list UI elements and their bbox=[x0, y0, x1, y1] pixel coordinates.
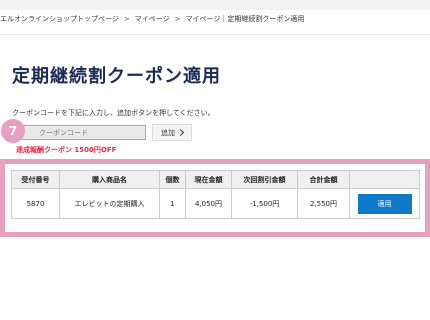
breadcrumb: エルオンラインショップトップページ > マイページ > マイページ｜定期継続割クーポン適… bbox=[0, 12, 430, 35]
instruction-text: クーポンコードを下記に入力し、追加ボタンを押してください。 bbox=[12, 109, 215, 117]
cell-product-name: エレビットの定期購入 bbox=[59, 188, 160, 219]
step-badge: 7 bbox=[1, 119, 25, 143]
cell-next-discount: -1,500円 bbox=[231, 188, 298, 219]
cell-order-number: 5870 bbox=[11, 188, 60, 219]
table-row: 5870 エレビットの定期購入 1 4,050円 -1,500円 2,550円 … bbox=[11, 188, 420, 219]
add-button-label: 追加 bbox=[161, 128, 175, 137]
header-action bbox=[349, 170, 420, 189]
header-product-name: 購入商品名 bbox=[59, 170, 160, 189]
add-coupon-button[interactable]: 追加 bbox=[152, 124, 192, 141]
header-current-amount: 現在金額 bbox=[185, 170, 232, 189]
table-header-row: 受付番号 購入商品名 個数 現在金額 次回割引金額 合計金額 bbox=[11, 170, 420, 189]
breadcrumb-separator: > bbox=[123, 15, 130, 23]
coupon-note: 達成報酬クーポン 1500円OFF bbox=[16, 146, 117, 154]
apply-coupon-button[interactable]: 適用 bbox=[357, 193, 412, 214]
breadcrumb-separator: > bbox=[174, 15, 181, 23]
cell-action: 適用 bbox=[349, 188, 420, 219]
header-next-discount: 次回割引金額 bbox=[231, 170, 298, 189]
order-table: 受付番号 購入商品名 個数 現在金額 次回割引金額 合計金額 5870 エレビッ… bbox=[11, 170, 420, 219]
header-order-number: 受付番号 bbox=[11, 170, 60, 189]
breadcrumb-item-shop-top[interactable]: エルオンラインショップトップページ bbox=[0, 12, 119, 26]
cell-total: 2,550円 bbox=[297, 188, 350, 219]
header-total: 合計金額 bbox=[297, 170, 350, 189]
breadcrumb-item-mypage[interactable]: マイページ bbox=[135, 12, 170, 26]
chevron-right-icon bbox=[176, 128, 185, 137]
cell-current-amount: 4,050円 bbox=[185, 188, 232, 219]
header-quantity: 個数 bbox=[159, 170, 186, 189]
top-band bbox=[0, 0, 430, 10]
breadcrumb-item-current: マイページ｜定期継続割クーポン適用 bbox=[185, 15, 305, 23]
page-title: 定期継続割クーポン適用 bbox=[12, 66, 221, 87]
coupon-code-input[interactable] bbox=[12, 125, 146, 140]
cell-quantity: 1 bbox=[159, 188, 186, 219]
